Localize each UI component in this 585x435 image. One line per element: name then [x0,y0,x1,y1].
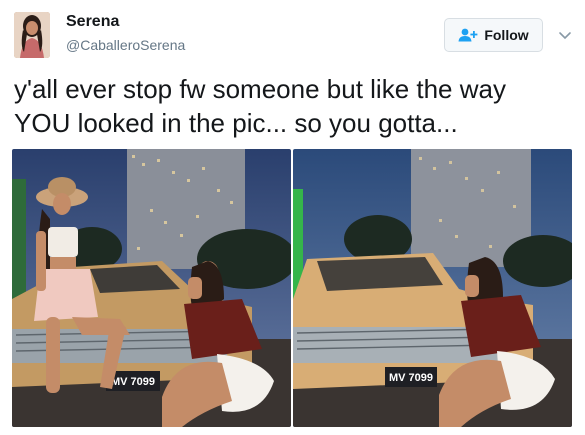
tweet-text-line-2: YOU looked in the pic... so you gotta... [14,108,458,138]
author-handle[interactable]: @CaballeroSerena [66,37,185,53]
photo-original: MV 7099 [12,149,291,427]
chevron-down-icon [559,32,571,40]
tweet-card: Serena @CaballeroSerena Follow y'all eve… [0,0,585,435]
add-user-icon [458,28,478,42]
tweet-text: y'all ever stop fw someone but like the … [14,72,574,140]
tweet-photo-1[interactable]: MV 7099 [12,149,291,427]
tweet-photo-2[interactable]: MV 7099 [293,149,572,427]
avatar[interactable] [14,12,50,58]
follow-button[interactable]: Follow [444,18,543,52]
avatar-image [14,12,50,58]
license-plate-text: MV 7099 [389,372,433,384]
photo-edited: MV 7099 [293,149,572,427]
follow-label: Follow [484,27,529,43]
license-plate-text: MV 7099 [111,376,155,388]
tweet-text-line-1: y'all ever stop fw someone but like the … [14,74,506,104]
more-options-menu[interactable] [558,28,572,40]
author-display-name[interactable]: Serena [66,13,119,31]
